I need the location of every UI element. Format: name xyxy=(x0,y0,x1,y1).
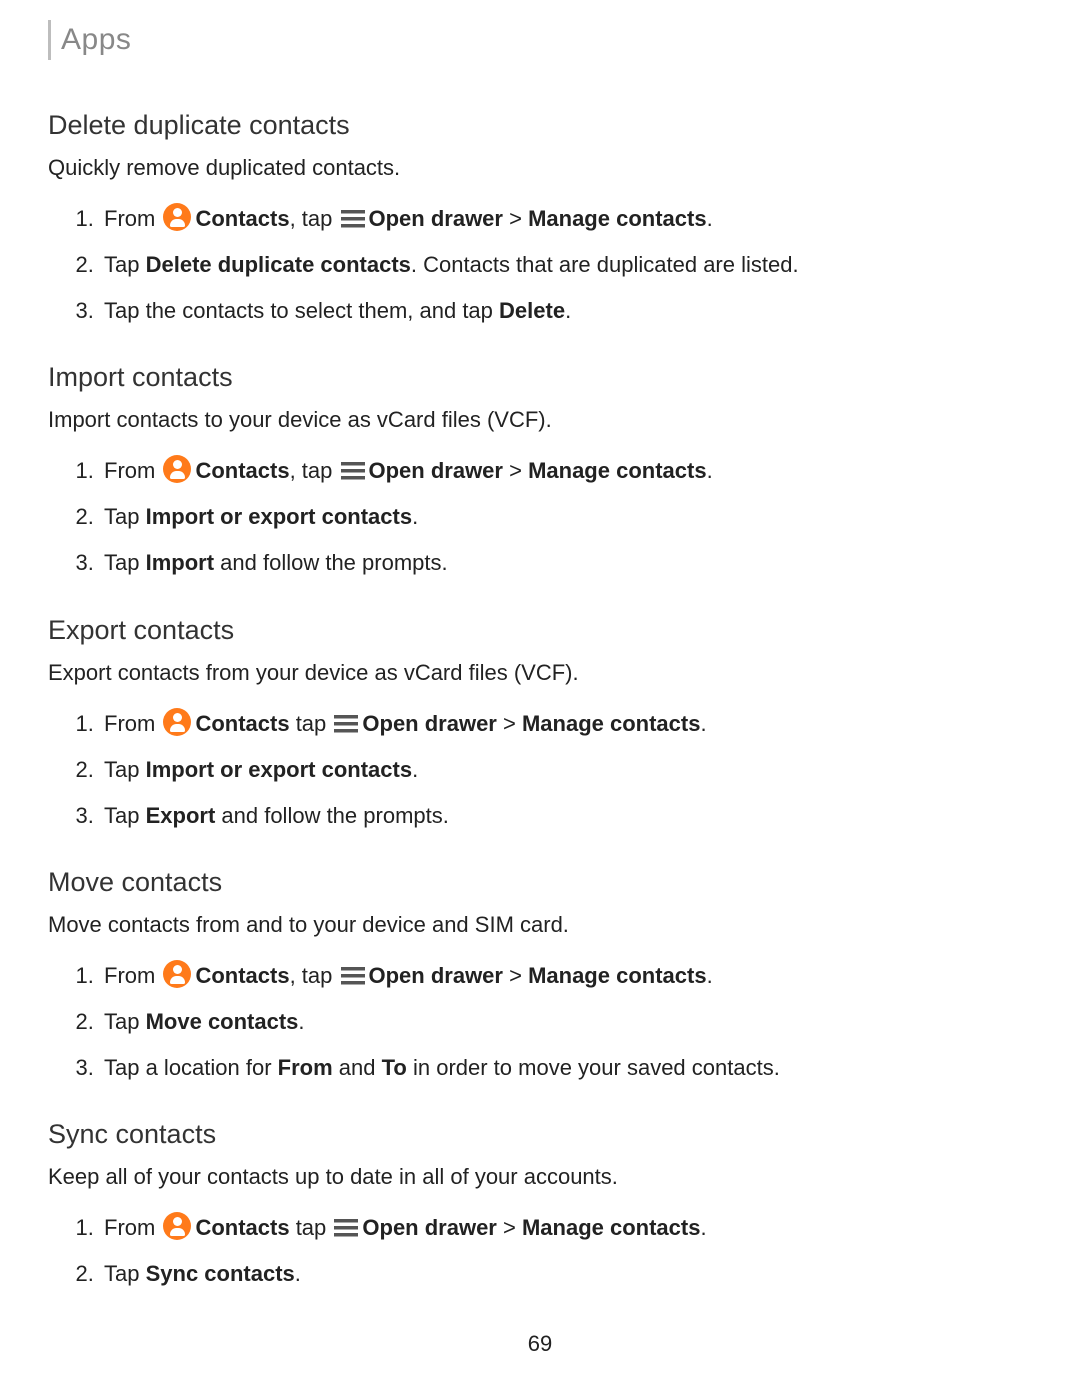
section-desc: Export contacts from your device as vCar… xyxy=(48,656,1020,689)
bold-text: Export xyxy=(146,803,216,828)
drawer-icon xyxy=(341,462,365,480)
page: Apps Delete duplicate contacts Quickly re… xyxy=(0,0,1080,1397)
contacts-icon xyxy=(163,203,191,231)
bold-text: Contacts xyxy=(195,458,289,483)
step-item: From Contacts, tap Open drawer > Manage … xyxy=(100,202,1020,236)
drawer-icon xyxy=(341,967,365,985)
step-item: Tap Import or export contacts. xyxy=(100,753,1020,787)
bold-text: Import or export contacts xyxy=(146,757,412,782)
step-item: Tap Export and follow the prompts. xyxy=(100,799,1020,833)
step-item: Tap a location for From and To in order … xyxy=(100,1051,1020,1085)
bold-text: Open drawer xyxy=(369,206,503,231)
section-desc: Quickly remove duplicated contacts. xyxy=(48,151,1020,184)
steps-list: From Contacts, tap Open drawer > Manage … xyxy=(48,202,1020,328)
bold-text: Delete xyxy=(499,298,565,323)
section-desc: Keep all of your contacts up to date in … xyxy=(48,1160,1020,1193)
bold-text: Manage contacts xyxy=(522,711,701,736)
bold-text: Open drawer xyxy=(369,963,503,988)
steps-list: From Contacts, tap Open drawer > Manage … xyxy=(48,454,1020,580)
bold-text: Open drawer xyxy=(362,711,496,736)
step-item: From Contacts tap Open drawer > Manage c… xyxy=(100,1211,1020,1245)
bold-text: Manage contacts xyxy=(528,963,707,988)
contacts-icon xyxy=(163,1212,191,1240)
header-tick xyxy=(48,20,51,60)
bold-text: Import or export contacts xyxy=(146,504,412,529)
section-export: Export contacts Export contacts from your… xyxy=(48,615,1020,833)
bold-text: Manage contacts xyxy=(528,458,707,483)
header: Apps xyxy=(48,20,1020,60)
section-title: Delete duplicate contacts xyxy=(48,110,1020,141)
contacts-icon xyxy=(163,708,191,736)
bold-text: Open drawer xyxy=(362,1215,496,1240)
section-desc: Import contacts to your device as vCard … xyxy=(48,403,1020,436)
section-desc: Move contacts from and to your device an… xyxy=(48,908,1020,941)
step-item: Tap the contacts to select them, and tap… xyxy=(100,294,1020,328)
step-item: Tap Delete duplicate contacts. Contacts … xyxy=(100,248,1020,282)
step-item: From Contacts, tap Open drawer > Manage … xyxy=(100,454,1020,488)
section-title: Sync contacts xyxy=(48,1119,1020,1150)
step-item: From Contacts, tap Open drawer > Manage … xyxy=(100,959,1020,993)
contacts-icon xyxy=(163,455,191,483)
bold-text: Import xyxy=(146,550,214,575)
bold-text: Manage contacts xyxy=(522,1215,701,1240)
section-title: Export contacts xyxy=(48,615,1020,646)
steps-list: From Contacts tap Open drawer > Manage c… xyxy=(48,707,1020,833)
drawer-icon xyxy=(334,1219,358,1237)
section-move: Move contacts Move contacts from and to y… xyxy=(48,867,1020,1085)
bold-text: Contacts xyxy=(195,711,289,736)
section-sync: Sync contacts Keep all of your contacts u… xyxy=(48,1119,1020,1291)
bold-text: From xyxy=(278,1055,333,1080)
contacts-icon xyxy=(163,960,191,988)
bold-text: Open drawer xyxy=(369,458,503,483)
section-import: Import contacts Import contacts to your d… xyxy=(48,362,1020,580)
bold-text: Delete duplicate contacts xyxy=(146,252,411,277)
bold-text: Contacts xyxy=(195,963,289,988)
bold-text: To xyxy=(382,1055,407,1080)
bold-text: Contacts xyxy=(195,1215,289,1240)
bold-text: Contacts xyxy=(195,206,289,231)
steps-list: From Contacts tap Open drawer > Manage c… xyxy=(48,1211,1020,1291)
drawer-icon xyxy=(341,210,365,228)
steps-list: From Contacts, tap Open drawer > Manage … xyxy=(48,959,1020,1085)
section-title: Import contacts xyxy=(48,362,1020,393)
section-title: Move contacts xyxy=(48,867,1020,898)
step-item: Tap Move contacts. xyxy=(100,1005,1020,1039)
bold-text: Sync contacts xyxy=(146,1261,295,1286)
header-title: Apps xyxy=(61,23,131,57)
bold-text: Manage contacts xyxy=(528,206,707,231)
step-item: Tap Import and follow the prompts. xyxy=(100,546,1020,580)
page-number: 69 xyxy=(0,1331,1080,1357)
step-item: Tap Sync contacts. xyxy=(100,1257,1020,1291)
step-item: Tap Import or export contacts. xyxy=(100,500,1020,534)
bold-text: Move contacts xyxy=(146,1009,299,1034)
section-delete-duplicates: Delete duplicate contacts Quickly remove … xyxy=(48,110,1020,328)
drawer-icon xyxy=(334,715,358,733)
step-item: From Contacts tap Open drawer > Manage c… xyxy=(100,707,1020,741)
